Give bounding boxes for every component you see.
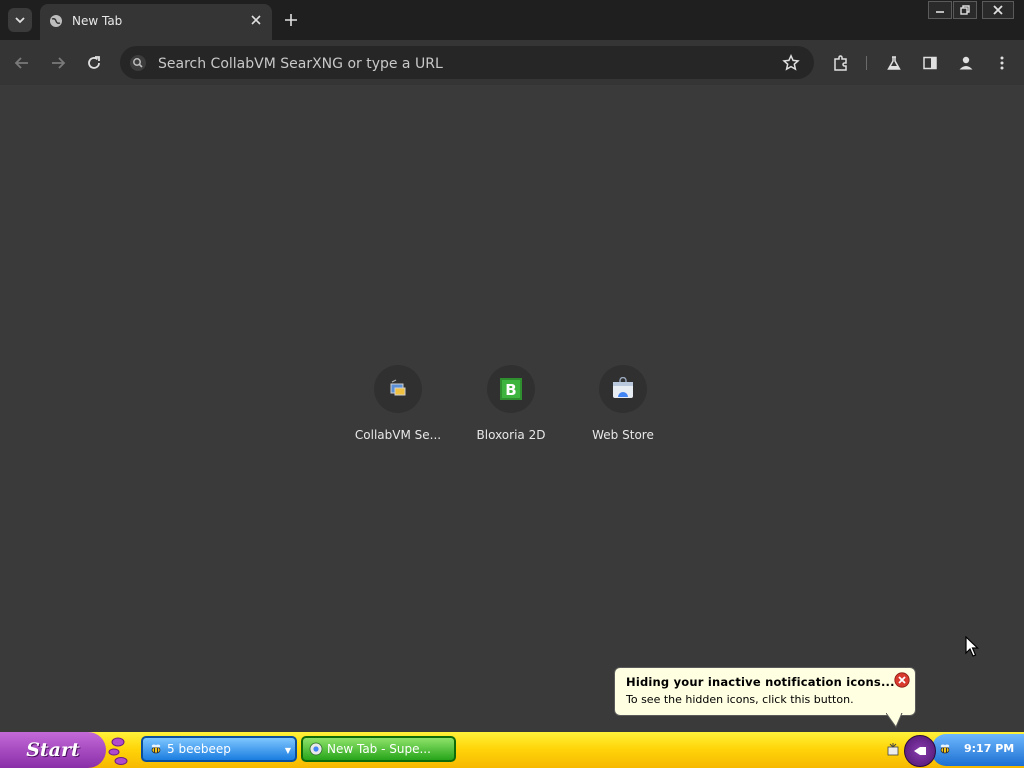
start-button[interactable]: Start bbox=[0, 732, 106, 768]
bookmark-star-icon[interactable] bbox=[782, 54, 800, 72]
tab-title: New Tab bbox=[72, 14, 123, 28]
notification-balloon[interactable]: Hiding your inactive notification icons.… bbox=[614, 667, 916, 716]
shortcut-label: Web Store bbox=[592, 428, 654, 442]
shortcut-label: Bloxoria 2D bbox=[476, 428, 546, 442]
restore-icon bbox=[960, 5, 970, 15]
address-bar[interactable] bbox=[120, 46, 814, 81]
new-tab-page: CollabVM Se... B Bloxoria 2D Web Store bbox=[0, 85, 1024, 732]
back-button[interactable] bbox=[10, 51, 34, 75]
address-input[interactable] bbox=[156, 46, 760, 81]
arrow-left-icon bbox=[14, 57, 28, 69]
browser-tab-strip: New Tab bbox=[0, 0, 1024, 40]
start-label: Start bbox=[26, 739, 80, 761]
tab-new-tab[interactable]: New Tab bbox=[40, 4, 272, 40]
menu-button[interactable] bbox=[990, 51, 1014, 75]
browser-icon bbox=[309, 742, 323, 756]
balloon-close-icon[interactable] bbox=[894, 672, 910, 688]
shortcut-tile bbox=[374, 365, 422, 413]
bee-icon bbox=[151, 744, 161, 754]
taskbar-button-beebeep[interactable]: 5 beebeep ▼ bbox=[141, 736, 297, 762]
browser-toolbar bbox=[0, 40, 1024, 85]
side-panel-button[interactable] bbox=[918, 51, 942, 75]
svg-text:B: B bbox=[505, 381, 516, 399]
shortcut-tile: B bbox=[487, 365, 535, 413]
mouse-cursor-icon bbox=[965, 636, 979, 657]
bee-tray-icon[interactable] bbox=[938, 742, 952, 756]
flask-icon bbox=[887, 56, 901, 70]
close-icon bbox=[251, 15, 261, 25]
close-icon bbox=[993, 5, 1003, 15]
chevron-left-icon bbox=[914, 747, 926, 755]
reload-button[interactable] bbox=[82, 51, 106, 75]
start-decoration-icon bbox=[108, 737, 128, 765]
tab-close-button[interactable] bbox=[248, 12, 264, 28]
globe-icon bbox=[50, 15, 62, 27]
task-label: 5 beebeep bbox=[167, 742, 231, 756]
balloon-text: To see the hidden icons, click this butt… bbox=[626, 693, 854, 706]
plus-icon bbox=[285, 14, 297, 26]
show-hidden-icons-button[interactable] bbox=[904, 735, 936, 767]
balloon-title: Hiding your inactive notification icons.… bbox=[626, 675, 895, 689]
window-close-button[interactable] bbox=[982, 1, 1014, 19]
arrow-right-icon bbox=[52, 57, 66, 69]
profile-button[interactable] bbox=[954, 51, 978, 75]
bloxoria-icon: B bbox=[500, 378, 522, 400]
shortcut-web-store[interactable]: Web Store bbox=[567, 365, 679, 445]
shortcut-collabvm[interactable]: CollabVM Se... bbox=[342, 365, 454, 445]
labs-button[interactable] bbox=[882, 51, 906, 75]
balloon-pointer bbox=[886, 713, 903, 729]
side-panel-icon bbox=[923, 56, 937, 70]
puzzle-icon bbox=[834, 55, 847, 71]
taskbar-button-new-tab[interactable]: New Tab - Supe... bbox=[301, 736, 456, 762]
task-group-arrow-icon: ▼ bbox=[284, 746, 291, 755]
shortcut-tile bbox=[599, 365, 647, 413]
network-icon[interactable] bbox=[886, 742, 900, 756]
new-tab-button[interactable] bbox=[280, 9, 302, 31]
shortcut-bloxoria-2d[interactable]: B Bloxoria 2D bbox=[455, 365, 567, 445]
clock[interactable]: 9:17 PM bbox=[964, 742, 1014, 755]
collabvm-icon bbox=[390, 379, 406, 396]
extensions-button[interactable] bbox=[829, 51, 853, 75]
search-engine-icon bbox=[130, 55, 146, 71]
task-label: New Tab - Supe... bbox=[327, 742, 431, 756]
more-vert-icon bbox=[1000, 56, 1004, 70]
chevron-down-icon bbox=[15, 17, 25, 24]
forward-button[interactable] bbox=[46, 51, 70, 75]
minimize-icon bbox=[936, 11, 944, 13]
taskbar: Start 5 beebeep ▼ New Tab - Supe... 9:17… bbox=[0, 732, 1024, 768]
minimize-button[interactable] bbox=[928, 1, 952, 19]
shortcut-label: CollabVM Se... bbox=[354, 428, 442, 442]
system-tray: 9:17 PM bbox=[882, 732, 1024, 768]
web-store-icon bbox=[613, 377, 633, 398]
reload-icon bbox=[88, 56, 100, 69]
profile-icon bbox=[959, 56, 973, 70]
tab-search-button[interactable] bbox=[8, 8, 32, 32]
restore-button[interactable] bbox=[953, 1, 977, 19]
toolbar-divider bbox=[866, 56, 867, 70]
